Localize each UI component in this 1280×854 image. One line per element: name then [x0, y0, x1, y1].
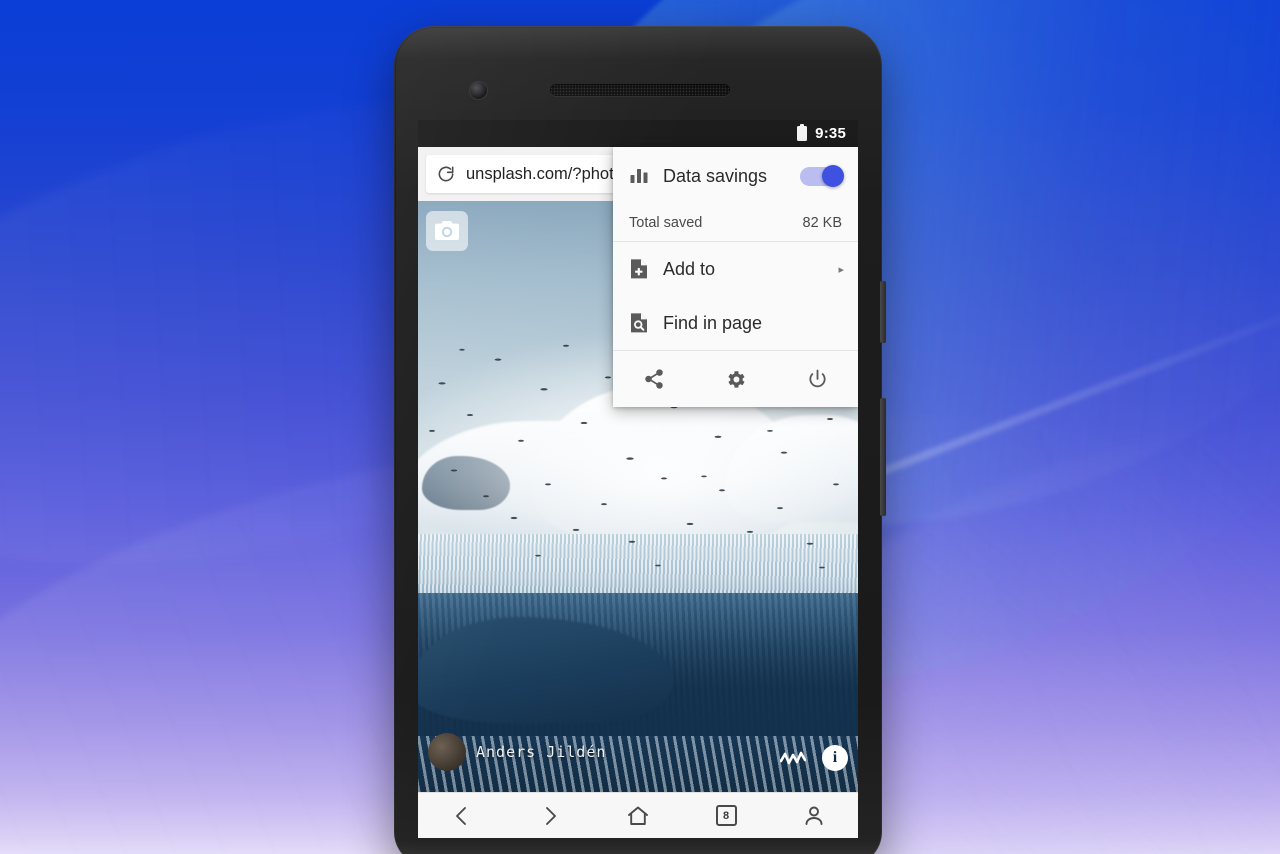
add-page-icon — [629, 258, 649, 280]
total-saved-row: Total saved 82 KB — [613, 205, 858, 241]
forward-button[interactable] — [522, 793, 578, 839]
share-button[interactable] — [625, 351, 683, 407]
phone-device: 9:35 unsplash.com/?photo Anders Jildén i… — [394, 26, 886, 854]
power-button-hardware[interactable] — [880, 281, 886, 343]
phone-screen: 9:35 unsplash.com/?photo Anders Jildén i… — [418, 120, 858, 838]
menu-item-add-to-label: Add to — [663, 258, 716, 279]
status-bar: 9:35 — [418, 120, 858, 147]
menu-item-find-in-page-label: Find in page — [663, 312, 763, 333]
settings-button[interactable] — [706, 351, 764, 407]
phone-top-bezel — [394, 26, 882, 122]
wallpaper-backdrop: 9:35 unsplash.com/?photo Anders Jildén i… — [0, 0, 1280, 854]
chevron-right-icon: ▸ — [838, 263, 844, 276]
front-camera-icon — [470, 82, 487, 99]
battery-icon — [797, 123, 808, 141]
tab-count-label: 8 — [715, 805, 737, 826]
photographer-name: Anders Jildén — [476, 743, 607, 761]
reload-icon[interactable] — [436, 164, 456, 184]
photographer-credit[interactable]: Anders Jildén — [428, 733, 606, 771]
earpiece-speaker-icon — [550, 84, 730, 96]
url-text: unsplash.com/?photo — [466, 164, 623, 183]
power-button[interactable] — [788, 351, 846, 407]
info-icon[interactable]: i — [822, 745, 848, 771]
home-button[interactable] — [610, 793, 666, 839]
profile-button[interactable] — [786, 793, 842, 839]
camera-icon[interactable] — [426, 211, 468, 251]
avatar — [428, 733, 466, 771]
status-bar-clock: 9:35 — [815, 125, 846, 142]
tabs-button[interactable]: 8 — [698, 793, 754, 839]
total-saved-value: 82 KB — [802, 215, 843, 231]
menu-footer-bar — [613, 351, 858, 407]
browser-overflow-menu: Data savings Total saved 82 KB Add to ▸ … — [613, 147, 858, 407]
back-button[interactable] — [434, 793, 490, 839]
menu-item-add-to[interactable]: Add to ▸ — [613, 242, 858, 296]
menu-item-find-in-page[interactable]: Find in page — [613, 296, 858, 350]
data-savings-toggle[interactable] — [800, 165, 844, 187]
activity-zigzag-icon[interactable] — [780, 750, 806, 766]
browser-bottom-nav: 8 — [418, 792, 858, 838]
bar-chart-icon — [629, 166, 649, 186]
volume-button-hardware[interactable] — [880, 398, 886, 516]
menu-item-data-savings[interactable]: Data savings — [613, 147, 858, 205]
find-page-icon — [629, 312, 649, 334]
toggle-knob — [822, 165, 844, 187]
total-saved-label: Total saved — [629, 215, 703, 231]
photo-action-bar: i — [780, 745, 848, 771]
menu-item-data-savings-label: Data savings — [663, 165, 768, 186]
